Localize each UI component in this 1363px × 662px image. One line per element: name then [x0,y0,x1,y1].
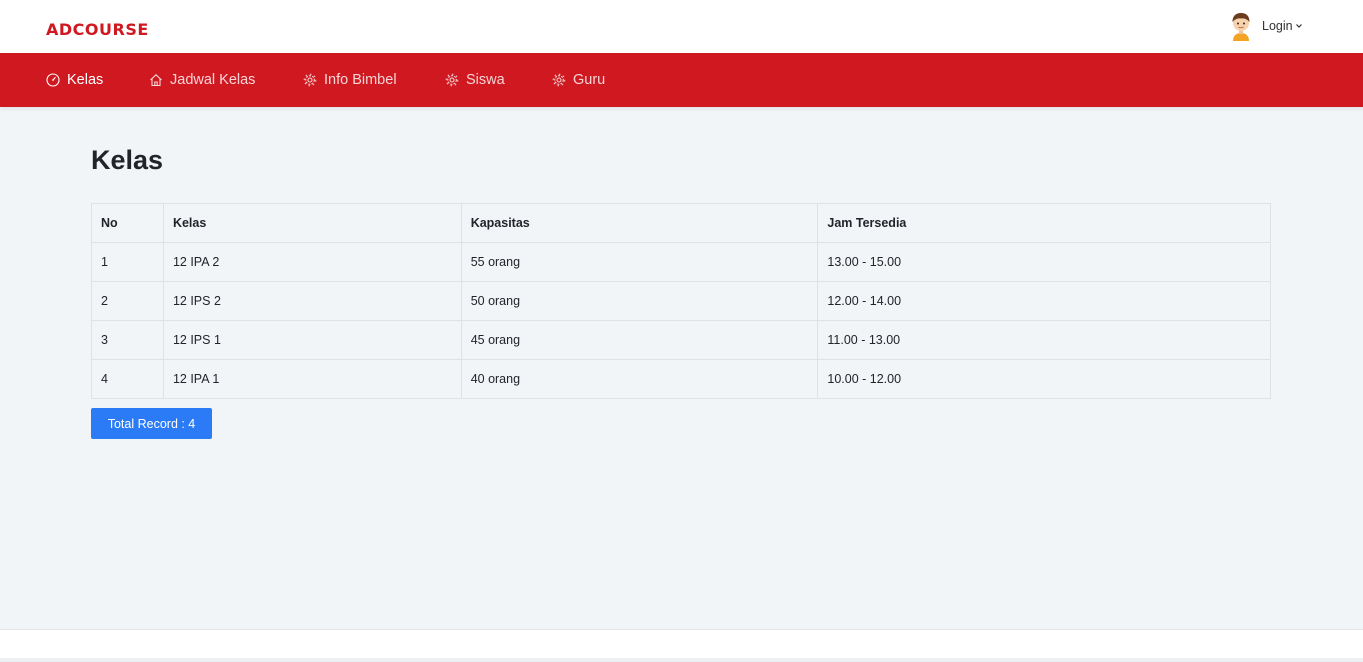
column-header-kapasitas: Kapasitas [460,203,819,243]
gauge-icon [46,73,60,87]
cell-kelas: 12 IPA 1 [162,359,462,399]
cell-kapasitas: 40 orang [460,359,819,399]
cell-jam-tersedia: 11.00 - 13.00 [817,320,1271,360]
nav-item-kelas[interactable]: Kelas [46,53,103,107]
column-header-no: No [91,203,164,243]
table-row: 2 12 IPS 2 50 orang 12.00 - 14.00 [91,281,1271,321]
gear-icon [552,73,566,87]
cell-kapasitas: 55 orang [460,242,819,282]
nav-item-guru[interactable]: Guru [552,53,605,107]
chevron-down-icon [1295,24,1302,28]
login-label[interactable]: Login [1262,19,1293,33]
table-row: 3 12 IPS 1 45 orang 11.00 - 13.00 [91,320,1271,360]
total-record-button[interactable]: Total Record : 4 [91,408,212,439]
nav-item-label: Jadwal Kelas [170,72,256,88]
main-nav: Kelas Jadwal Kelas Info Bimbel Siswa Gur… [0,53,1363,107]
footer [0,629,1363,662]
cell-jam-tersedia: 10.00 - 12.00 [817,359,1271,399]
footer-divider [0,658,1363,662]
nav-item-label: Kelas [67,72,104,88]
nav-item-info-bimbel[interactable]: Info Bimbel [303,53,397,107]
table-row: 1 12 IPA 2 55 orang 13.00 - 15.00 [91,242,1271,282]
kelas-table: No Kelas Kapasitas Jam Tersedia 1 12 IPA… [91,203,1271,399]
table-row: 4 12 IPA 1 40 orang 10.00 - 12.00 [91,359,1271,399]
cell-jam-tersedia: 12.00 - 14.00 [817,281,1271,321]
cell-jam-tersedia: 13.00 - 15.00 [817,242,1271,282]
column-header-kelas: Kelas [162,203,462,243]
home-icon [150,74,162,87]
nav-item-label: Info Bimbel [324,72,397,88]
cell-no: 2 [91,281,164,321]
table-header-row: No Kelas Kapasitas Jam Tersedia [91,203,1271,243]
cell-kapasitas: 50 orang [460,281,819,321]
gear-icon [303,73,317,87]
user-avatar-icon [1232,13,1250,41]
user-menu[interactable]: Login [1228,11,1303,41]
column-header-jam-tersedia: Jam Tersedia [817,203,1271,243]
nav-item-jadwal-kelas[interactable]: Jadwal Kelas [149,53,255,107]
brand-logo[interactable]: ADCOURSE [46,20,149,39]
cell-no: 1 [91,242,164,282]
cell-no: 3 [91,320,164,360]
nav-item-siswa[interactable]: Siswa [445,53,505,107]
cell-kapasitas: 45 orang [460,320,819,360]
cell-no: 4 [91,359,164,399]
nav-item-label: Guru [573,72,606,88]
page-title: Kelas [91,145,164,175]
top-header: ADCOURSE Login [0,0,1363,53]
gear-icon [445,73,459,87]
cell-kelas: 12 IPS 2 [162,281,462,321]
cell-kelas: 12 IPA 2 [162,242,462,282]
nav-item-label: Siswa [466,72,505,88]
cell-kelas: 12 IPS 1 [162,320,462,360]
